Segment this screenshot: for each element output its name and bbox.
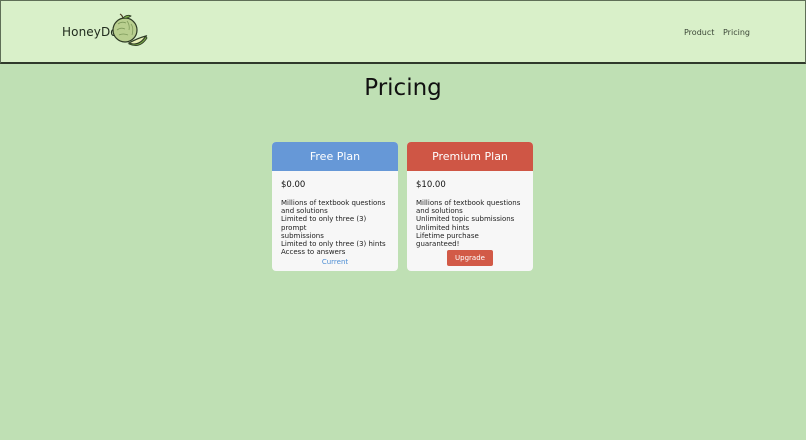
- free-plan-price: $0.00: [281, 180, 306, 190]
- free-plan-features: Millions of textbook questions and solut…: [281, 199, 389, 256]
- feature-line: Limited to only three (3) prompt: [281, 215, 367, 232]
- free-plan-title: Free Plan: [272, 142, 398, 171]
- free-plan-body: $0.00 Millions of textbook questions and…: [272, 171, 398, 256]
- premium-plan-body: $10.00 Millions of textbook questions an…: [407, 171, 533, 248]
- feature-line: Millions of textbook questions: [416, 199, 521, 207]
- premium-plan-features: Millions of textbook questions and solut…: [416, 199, 524, 248]
- feature-line: and solutions: [281, 207, 328, 216]
- free-plan-card: Free Plan $0.00 Millions of textbook que…: [272, 142, 398, 271]
- premium-plan-title: Premium Plan: [407, 142, 533, 171]
- upgrade-button[interactable]: Upgrade: [447, 250, 493, 266]
- feature-line: and solutions: [416, 207, 463, 216]
- nav-link-product[interactable]: Product: [684, 28, 714, 37]
- navbar: HoneyDo Product Pricing: [0, 0, 806, 64]
- feature-line: Access to answers: [281, 248, 346, 257]
- feature-line: Lifetime purchase guaranteed!: [416, 231, 479, 249]
- premium-plan-card: Premium Plan $10.00 Millions of textbook…: [407, 142, 533, 271]
- feature-line: Millions of textbook questions: [281, 199, 386, 207]
- feature-line: Unlimited hints: [416, 223, 470, 232]
- feature-line: Limited to only three (3) hints: [281, 240, 386, 249]
- melon-icon[interactable]: [110, 13, 148, 49]
- feature-line: submissions: [281, 231, 324, 240]
- current-plan-label: Current: [321, 258, 349, 266]
- page-title: Pricing: [364, 75, 442, 101]
- nav-link-pricing[interactable]: Pricing: [723, 28, 750, 37]
- premium-plan-price: $10.00: [416, 180, 446, 190]
- feature-line: Unlimited topic submissions: [416, 215, 515, 224]
